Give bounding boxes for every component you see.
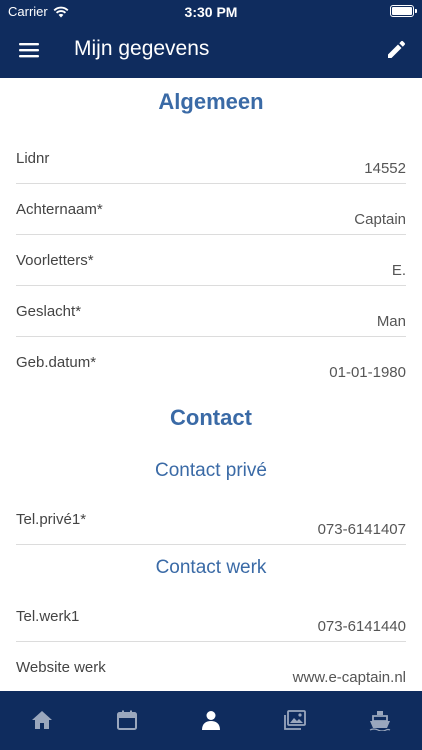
row-label: Website werk: [16, 659, 106, 676]
row-value: Captain: [354, 211, 406, 228]
top-bar: Carrier 3:30 PM Mijn gegevens: [0, 0, 422, 78]
pencil-icon: [388, 40, 406, 58]
subsection-title-contact-werk: Contact werk: [155, 557, 267, 578]
profile-content[interactable]: Algemeen Lidnr 14552 Achternaam* Captain…: [0, 78, 422, 691]
row-value: 073-6141407: [317, 521, 406, 538]
hamburger-icon: [19, 43, 39, 58]
row-geb-datum: Geb.datum* 01-01-1980: [16, 338, 406, 388]
tab-home[interactable]: [0, 691, 84, 750]
section-title-algemeen: Algemeen: [158, 89, 264, 114]
row-tel-prive1: Tel.privé1* 073-6141407: [16, 495, 406, 545]
home-icon: [32, 710, 53, 729]
row-label: Achternaam*: [16, 201, 103, 218]
battery-icon: [390, 5, 417, 17]
calendar-icon: [116, 710, 137, 730]
subsection-title-contact-prive: Contact privé: [155, 460, 267, 481]
page-title: Mijn gegevens: [74, 37, 210, 60]
row-website-werk: Website werk www.e-captain.nl: [16, 643, 406, 691]
row-label: Lidnr: [16, 150, 50, 167]
row-voorletters: Voorletters* E.: [16, 236, 406, 286]
boat-icon: [369, 710, 391, 731]
row-achternaam: Achternaam* Captain: [16, 185, 406, 235]
status-time: 3:30 PM: [184, 4, 238, 20]
row-label: Voorletters*: [16, 252, 94, 269]
menu-button[interactable]: [14, 36, 44, 64]
tab-profile[interactable]: [169, 691, 253, 750]
row-value: 01-01-1980: [329, 364, 406, 381]
navigation-bar: Mijn gegevens: [0, 22, 422, 78]
tab-calendar[interactable]: [84, 691, 168, 750]
status-bar: Carrier 3:30 PM: [0, 0, 422, 22]
tab-boat[interactable]: [338, 691, 422, 750]
photos-icon: [284, 709, 307, 730]
person-icon: [202, 710, 221, 730]
row-label: Geslacht*: [16, 303, 82, 320]
tab-bar: [0, 691, 422, 750]
row-value: 14552: [364, 160, 406, 177]
row-lidnr: Lidnr 14552: [16, 134, 406, 184]
edit-button[interactable]: [382, 36, 410, 64]
row-tel-werk1: Tel.werk1 073-6141440: [16, 592, 406, 642]
row-geslacht: Geslacht* Man: [16, 287, 406, 337]
tab-photos[interactable]: [253, 691, 337, 750]
row-value: E.: [391, 262, 406, 279]
row-value: www.e-captain.nl: [292, 669, 406, 686]
row-value: Man: [376, 313, 406, 330]
section-title-contact: Contact: [170, 405, 252, 430]
row-label: Tel.werk1: [16, 608, 80, 625]
row-value: 073-6141440: [317, 618, 406, 635]
row-label: Geb.datum*: [16, 354, 97, 371]
row-label: Tel.privé1*: [16, 511, 87, 528]
